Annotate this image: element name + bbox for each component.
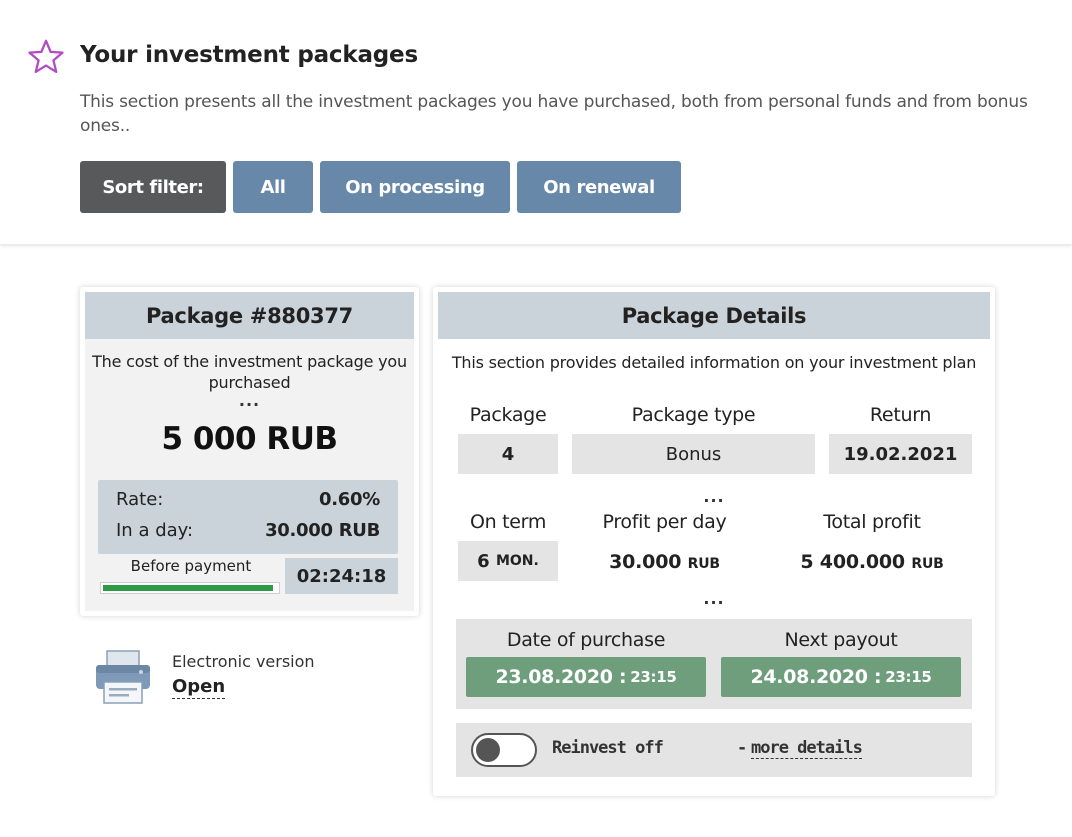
profit-per-day-number: 30.000 [609, 551, 682, 573]
package-type-label: Package type [631, 404, 756, 426]
daily-row: In a day: 30.000 RUB [116, 520, 380, 541]
package-card: Package #880377 The cost of the investme… [80, 287, 419, 616]
details-title: Package Details [438, 292, 990, 339]
total-profit-number: 5 400.000 [800, 551, 905, 573]
details-body: This section provides detailed informati… [438, 339, 990, 791]
filter-all-button[interactable]: All [233, 161, 313, 213]
total-profit-value: 5 400.000 RUB [772, 551, 972, 573]
rate-row: Rate: 0.60% [116, 489, 380, 510]
purchase-time: 23:15 [630, 668, 677, 686]
return-value: 19.02.2021 [829, 434, 972, 474]
profit-per-day-unit: RUB [687, 556, 720, 572]
total-profit-unit: RUB [911, 556, 944, 572]
separator-dots: ... [703, 487, 725, 506]
reinvest-label: Reinvest off [552, 738, 664, 758]
package-amount: 5 000 RUB [161, 421, 338, 457]
payout-time: 23:15 [885, 668, 932, 686]
details-description: This section provides detailed informati… [451, 353, 977, 372]
purchase-date-value: 23.08.2020 : 23:15 [466, 657, 706, 697]
package-type-value: Bonus [572, 434, 815, 474]
electronic-version-open-link[interactable]: Open [172, 676, 226, 699]
more-details-dash: - [737, 738, 748, 758]
purchase-date: 23.08.2020 : [495, 666, 627, 688]
purchase-date-label: Date of purchase [506, 629, 666, 651]
header-panel: Your investment packages This section pr… [0, 0, 1072, 246]
rate-label: Rate: [116, 489, 164, 510]
more-details-link[interactable]: more details [751, 738, 863, 759]
payment-timer: 02:24:18 [285, 558, 398, 594]
total-profit-label: Total profit [823, 511, 921, 533]
reinvest-box: Reinvest off - more details [456, 723, 972, 777]
separator-dots: ... [238, 391, 261, 410]
term-number: 6 [477, 550, 490, 572]
before-payment-label: Before payment [130, 557, 252, 575]
payout-date: 24.08.2020 : [750, 666, 882, 688]
daily-value: 30.000 RUB [265, 520, 380, 541]
profit-per-day-label: Profit per day [602, 511, 727, 533]
package-body: The cost of the investment package you p… [85, 339, 414, 611]
package-cost-label: The cost of the investment package you p… [92, 352, 407, 392]
star-icon [28, 39, 64, 74]
return-label: Return [869, 404, 932, 426]
filter-on-renewal-button[interactable]: On renewal [517, 161, 681, 213]
dates-box: Date of purchase 23.08.2020 : 23:15 Next… [456, 619, 972, 709]
rate-box: Rate: 0.60% In a day: 30.000 RUB [98, 480, 398, 554]
payment-progress-bar [100, 582, 280, 594]
rate-value: 0.60% [319, 489, 380, 510]
daily-label: In a day: [116, 520, 194, 541]
package-number-label: Package [469, 404, 547, 426]
page-description: This section presents all the investment… [80, 92, 1028, 136]
electronic-version-label: Electronic version [172, 652, 315, 671]
profit-per-day-value: 30.000 RUB [572, 551, 757, 573]
printer-icon[interactable] [94, 648, 152, 706]
sort-filter-label: Sort filter: [80, 161, 226, 213]
term-unit: MON. [495, 553, 539, 569]
reinvest-toggle-knob [476, 738, 500, 762]
package-number-value: 4 [458, 434, 558, 474]
filter-on-processing-button[interactable]: On processing [320, 161, 510, 213]
separator-dots: ... [703, 589, 725, 608]
filter-bar: Sort filter: All On processing On renewa… [80, 161, 681, 213]
payment-progress-fill [101, 583, 276, 593]
term-value: 6 MON. [458, 541, 558, 581]
next-payout-value: 24.08.2020 : 23:15 [721, 657, 961, 697]
reinvest-toggle[interactable] [471, 733, 537, 767]
page-title: Your investment packages [80, 42, 418, 68]
package-title: Package #880377 [85, 292, 414, 339]
term-label: On term [469, 511, 547, 533]
package-details-card: Package Details This section provides de… [433, 287, 995, 796]
next-payout-label: Next payout [784, 629, 898, 651]
